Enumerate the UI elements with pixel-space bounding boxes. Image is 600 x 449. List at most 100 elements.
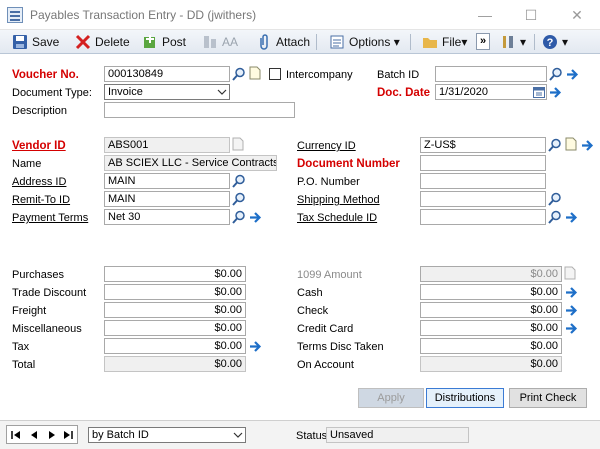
expand-arrow-icon[interactable] [565, 286, 578, 299]
title-bar: Payables Transaction Entry - DD (jwither… [0, 0, 600, 30]
remit-to-field[interactable]: MAIN [104, 191, 230, 207]
voucher-field[interactable]: 000130849 [104, 66, 230, 82]
lookup-icon[interactable] [548, 210, 562, 224]
delete-button[interactable]: Delete [75, 32, 130, 52]
note-icon [564, 266, 576, 280]
document-number-label: Document Number [297, 158, 400, 170]
batch-field[interactable] [435, 66, 547, 82]
payment-terms-field[interactable]: Net 30 [104, 209, 230, 225]
purchases-field[interactable]: $0.00 [104, 266, 246, 282]
expand-arrow-icon[interactable] [565, 304, 578, 317]
chevron-down-icon: ▾ [461, 35, 468, 49]
1099-amount-label: 1099 Amount [297, 269, 362, 281]
folder-icon [423, 38, 437, 48]
currency-field[interactable]: Z-US$ [420, 137, 546, 153]
calendar-icon[interactable] [533, 86, 545, 98]
shipping-method-field[interactable] [420, 191, 546, 207]
remit-to-label[interactable]: Remit-To ID [12, 194, 70, 206]
terms-disc-taken-field[interactable]: $0.00 [420, 338, 562, 354]
cash-field[interactable]: $0.00 [420, 284, 562, 300]
post-icon [144, 35, 155, 48]
tax-field[interactable]: $0.00 [104, 338, 246, 354]
more-button[interactable]: » [476, 33, 490, 50]
description-label: Description [12, 105, 68, 117]
file-label: File [442, 35, 462, 49]
svg-text:?: ? [547, 37, 554, 49]
lookup-icon[interactable] [549, 67, 563, 81]
note-icon[interactable] [249, 66, 261, 80]
intercompany-checkbox[interactable] [269, 68, 281, 80]
file-menu[interactable]: File▾ [422, 32, 467, 52]
address-id-field[interactable]: MAIN [104, 173, 230, 189]
minimize-button[interactable]: — [462, 0, 508, 30]
delete-icon [75, 34, 91, 50]
currency-label[interactable]: Currency ID [297, 140, 356, 152]
intercompany-label: Intercompany [286, 69, 353, 81]
doctype-dropdown[interactable]: Invoice [104, 84, 230, 100]
expand-arrow-icon[interactable] [549, 86, 562, 99]
vendor-id-label[interactable]: Vendor ID [12, 140, 66, 152]
lookup-icon[interactable] [548, 192, 562, 206]
doctype-label: Document Type: [12, 87, 92, 99]
chevron-down-icon [217, 89, 227, 95]
lookup-icon[interactable] [232, 192, 246, 206]
tax-schedule-field[interactable] [420, 209, 546, 225]
expand-arrow-icon[interactable] [565, 211, 578, 224]
credit-card-label: Credit Card [297, 323, 354, 335]
aa-button[interactable]: AA [202, 32, 238, 52]
post-label: Post [162, 35, 187, 49]
on-account-label: On Account [297, 359, 354, 371]
sort-by-dropdown[interactable]: by Batch ID [88, 427, 246, 443]
vendor-id-field[interactable]: ABS001 [104, 137, 230, 153]
payment-terms-label[interactable]: Payment Terms [12, 212, 88, 224]
document-number-field[interactable] [420, 155, 546, 171]
description-field[interactable] [104, 102, 295, 118]
tools-icon [503, 36, 513, 48]
expand-arrow-icon[interactable] [566, 68, 579, 81]
shipping-method-label[interactable]: Shipping Method [297, 194, 380, 206]
options-menu[interactable]: Options ▾ [329, 32, 400, 52]
lookup-icon[interactable] [232, 210, 246, 224]
po-number-field[interactable] [420, 173, 546, 189]
distributions-button[interactable]: Distributions [426, 388, 504, 408]
paperclip-icon [260, 34, 268, 50]
note-icon[interactable] [232, 137, 244, 151]
terms-disc-taken-label: Terms Disc Taken [297, 341, 384, 353]
lookup-icon[interactable] [232, 67, 246, 81]
trade-discount-label: Trade Discount [12, 287, 87, 299]
note-icon[interactable] [565, 137, 577, 151]
doctype-value: Invoice [108, 86, 143, 98]
freight-label: Freight [12, 305, 47, 317]
close-button[interactable]: ✕ [554, 0, 600, 30]
freight-field[interactable]: $0.00 [104, 302, 246, 318]
print-check-button[interactable]: Print Check [509, 388, 587, 408]
lookup-icon[interactable] [548, 138, 562, 152]
expand-arrow-icon[interactable] [565, 322, 578, 335]
docdate-field[interactable]: 1/31/2020 [435, 84, 547, 100]
help-menu[interactable]: ? ▾ [542, 32, 568, 52]
address-id-label[interactable]: Address ID [12, 176, 66, 188]
check-field[interactable]: $0.00 [420, 302, 562, 318]
apply-button[interactable]: Apply [358, 388, 424, 408]
miscellaneous-field[interactable]: $0.00 [104, 320, 246, 336]
trade-discount-field[interactable]: $0.00 [104, 284, 246, 300]
previous-record-icon[interactable] [29, 430, 39, 440]
tools-menu[interactable]: ▾ [500, 32, 526, 52]
lookup-icon[interactable] [232, 174, 246, 188]
last-record-icon[interactable] [63, 430, 73, 440]
tax-schedule-label[interactable]: Tax Schedule ID [297, 212, 377, 224]
first-record-icon[interactable] [11, 430, 21, 440]
1099-amount-field: $0.00 [420, 266, 562, 282]
toolbar-separator [534, 34, 535, 50]
save-button[interactable]: Save [12, 32, 59, 52]
post-button[interactable]: Post [142, 32, 186, 52]
expand-arrow-icon[interactable] [581, 139, 594, 152]
miscellaneous-label: Miscellaneous [12, 323, 82, 335]
next-record-icon[interactable] [47, 430, 57, 440]
credit-card-field[interactable]: $0.00 [420, 320, 562, 336]
expand-arrow-icon[interactable] [249, 211, 262, 224]
chevron-down-icon: ▾ [520, 35, 527, 49]
expand-arrow-icon[interactable] [249, 340, 262, 353]
maximize-button[interactable]: ☐ [508, 0, 554, 30]
attach-button[interactable]: Attach [256, 32, 310, 52]
